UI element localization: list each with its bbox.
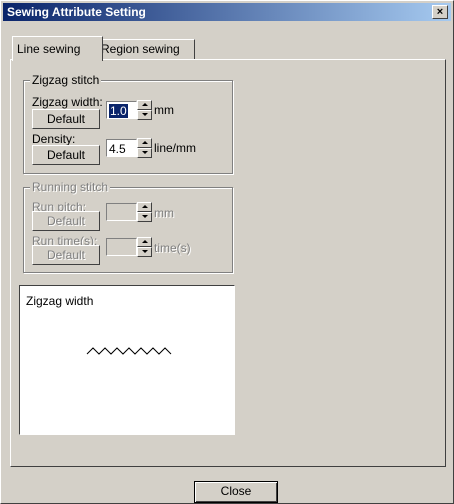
density-default-button[interactable]: Default [32, 145, 100, 165]
spin-up-icon [137, 202, 152, 212]
zigzag-width-label: Zigzag width: [32, 95, 103, 109]
run-times-unit: time(s) [154, 241, 191, 255]
density-unit: line/mm [154, 141, 197, 155]
running-stitch-legend: Running stitch [30, 180, 111, 194]
density-field[interactable]: 4.5 [106, 139, 137, 157]
run-pitch-default-button: Default [32, 211, 100, 231]
density-spinner[interactable] [137, 138, 152, 158]
zigzag-width-field[interactable]: 1.0 [106, 101, 137, 119]
close-icon[interactable]: × [432, 5, 448, 19]
spin-up-icon[interactable] [137, 100, 152, 110]
run-times-field [106, 238, 137, 256]
zigzag-stitch-legend: Zigzag stitch [30, 73, 102, 87]
zigzag-width-default-button[interactable]: Default [32, 109, 100, 129]
zigzag-stitch-group: Zigzag stitch Zigzag width: Default 1.0 … [23, 73, 233, 174]
run-pitch-unit: mm [154, 206, 174, 220]
run-pitch-spinner [137, 202, 152, 222]
spin-up-icon [137, 237, 152, 247]
run-times-default-button: Default [32, 245, 100, 265]
tab-panel: Zigzag stitch Zigzag width: Default 1.0 … [10, 59, 446, 467]
density-label: Density: [32, 132, 76, 146]
run-pitch-field [106, 203, 137, 221]
title-bar[interactable]: Sewing Attribute Setting × [3, 3, 451, 21]
window-title: Sewing Attribute Setting [7, 5, 146, 19]
spin-up-icon[interactable] [137, 138, 152, 148]
spin-down-icon [137, 212, 152, 222]
zigzag-width-value: 1.0 [109, 104, 128, 118]
run-times-spinner [137, 237, 152, 257]
spin-down-icon[interactable] [137, 148, 152, 158]
close-button[interactable]: Close [194, 481, 278, 503]
preview-caption: Zigzag width [26, 294, 94, 308]
spin-down-icon [137, 247, 152, 257]
running-stitch-group: Running stitch Run pitch: Default mm Run… [23, 180, 233, 273]
zigzag-width-spinner[interactable] [137, 100, 152, 120]
stitch-preview: Zigzag width [19, 285, 235, 435]
tab-line-sewing[interactable]: Line sewing [12, 36, 103, 61]
spin-down-icon[interactable] [137, 110, 152, 120]
dialog-window: Sewing Attribute Setting × Line sewing R… [0, 0, 454, 504]
zigzag-width-unit: mm [154, 103, 174, 117]
zigzag-stitch-icon [86, 347, 172, 355]
tab-region-sewing[interactable]: Region sewing [96, 39, 195, 60]
